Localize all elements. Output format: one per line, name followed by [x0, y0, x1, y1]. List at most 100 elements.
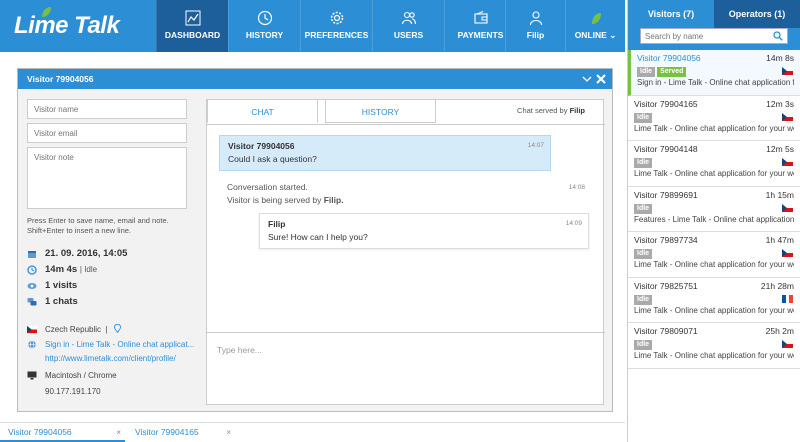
chat-bubbles-icon: [27, 298, 37, 306]
user-name: Filip: [526, 30, 545, 40]
french-flag-icon: [782, 294, 793, 303]
visitor-time: 14m 8s: [766, 53, 794, 63]
czech-flag-icon: [782, 203, 793, 212]
visitor-modal: Visitor 79904056 Press Enter to save nam…: [17, 68, 613, 412]
message-time: 14:09: [565, 220, 582, 227]
visitor-page: Lime Talk - Online chat application for …: [634, 351, 794, 360]
visitor-message: Visitor 79904056 Could I ask a question?…: [219, 135, 551, 171]
czech-flag-icon: [782, 158, 793, 166]
logo-text: Lime Talk: [14, 12, 120, 39]
search-box: [640, 28, 788, 44]
chats-count: 1 chats: [45, 296, 78, 307]
visitor-page: Lime Talk - Online chat application for …: [634, 123, 794, 133]
visitor-list-item[interactable]: Visitor 79899691 1h 15m Idle Features - …: [628, 187, 800, 232]
tab-operators[interactable]: Operators (1): [714, 0, 800, 28]
calendar-icon: [28, 251, 36, 258]
visitor-list-item[interactable]: Visitor 79897734 1h 47m Idle Lime Talk -…: [628, 232, 800, 278]
system-text-2: Visitor is being served by: [227, 195, 322, 205]
nav-users-label: USERS: [393, 30, 424, 40]
visitor-list-item[interactable]: Visitor 79825751 21h 28m Idle Lime Talk …: [628, 278, 800, 323]
tab-history[interactable]: HISTORY: [325, 99, 436, 123]
visitor-list-item[interactable]: Visitor 79809071 25h 2m Idle Lime Talk -…: [628, 323, 800, 369]
visitor-list-item[interactable]: Visitor 79904165 12m 3s Idle Lime Talk -…: [628, 96, 800, 141]
page-link-row[interactable]: Sign in - Lime Talk - Online chat applic…: [27, 339, 205, 350]
visitor-page: Sign in - Lime Talk - Online chat applic…: [637, 78, 794, 87]
status-badge: Idle: [634, 203, 653, 214]
nav-users[interactable]: USERS: [372, 0, 444, 52]
status-badge: Idle: [634, 249, 653, 259]
user-icon: [529, 11, 542, 26]
nav-history[interactable]: HISTORY: [228, 0, 300, 52]
search-icon[interactable]: [773, 31, 783, 41]
user-menu[interactable]: Filip: [505, 0, 565, 52]
map-pin-icon[interactable]: [114, 323, 122, 334]
modal-header: Visitor 79904056: [18, 69, 612, 89]
czech-flag-icon: [782, 340, 793, 348]
status-label: ONLINE: [574, 30, 607, 40]
visits-count: 1 visits: [45, 280, 78, 291]
tab-chat[interactable]: CHAT: [207, 99, 318, 123]
visitor-time: 12m 5s: [766, 144, 794, 154]
visits-row: 1 visits: [27, 278, 205, 294]
chart-icon: [185, 10, 200, 26]
czech-flag-icon: [782, 112, 793, 121]
ip-row: 90.177.191.170: [27, 386, 205, 397]
gear-icon: [330, 11, 343, 25]
current-url-link[interactable]: http://www.limetalk.com/client/profile/: [45, 354, 176, 363]
visitor-list-item[interactable]: Visitor 79904056 14m 8s Idle Served Sign …: [628, 50, 800, 96]
search-input[interactable]: [641, 29, 761, 43]
logo[interactable]: Lime Talk: [14, 7, 154, 44]
modal-title: Visitor 79904056: [27, 74, 94, 84]
message-list: Visitor 79904056 Could I ask a question?…: [207, 124, 605, 330]
lime-leaf-icon: [591, 13, 601, 24]
country-row: Czech Republic |: [27, 323, 205, 335]
url-row[interactable]: http://www.limetalk.com/client/profile/: [27, 353, 205, 364]
served-by-text: Chat served by Filip: [517, 99, 585, 123]
nav-dashboard[interactable]: DASHBOARD: [156, 0, 228, 52]
czech-flag-icon: [27, 325, 37, 334]
visit-status: Idle: [84, 265, 98, 274]
message-text: Sure! How can I help you?: [268, 232, 368, 242]
visitor-name-field[interactable]: [27, 99, 187, 119]
visit-duration: 14m 4s: [45, 264, 78, 275]
status-badge: Idle: [634, 294, 653, 305]
status-dropdown[interactable]: ONLINE ⌄: [565, 0, 625, 52]
bottom-tab-visitor-79904165[interactable]: Visitor 79904165 ×: [127, 423, 235, 442]
chevron-down-icon[interactable]: [582, 74, 592, 84]
nav-preferences[interactable]: PREFERENCES: [300, 0, 372, 52]
bottom-tab-visitor-79904056[interactable]: Visitor 79904056 ×: [0, 423, 125, 442]
message-author: Visitor 79904056: [228, 141, 295, 151]
app-window: Lime Talk DASHBOARD HISTORY PREFERENCES …: [0, 0, 800, 442]
visitor-page: Lime Talk - Online chat application for …: [634, 305, 794, 315]
search-wrap: [628, 28, 800, 50]
czech-flag-icon: [782, 249, 793, 257]
visitor-list-item[interactable]: Visitor 79904148 12m 5s Idle Lime Talk -…: [628, 141, 800, 187]
top-navigation-bar: Lime Talk DASHBOARD HISTORY PREFERENCES …: [0, 0, 625, 52]
eye-icon: [27, 283, 37, 289]
current-page-link[interactable]: Sign in - Lime Talk - Online chat applic…: [45, 340, 194, 349]
ip-address: 90.177.191.170: [45, 387, 101, 396]
visitor-email-field[interactable]: [27, 123, 187, 143]
lime-leaf-icon: [42, 7, 51, 17]
chat-panel: CHAT HISTORY Chat served by Filip Visito…: [206, 99, 605, 405]
chat-tabs: CHAT HISTORY Chat served by Filip: [207, 99, 605, 123]
status-badge: Idle: [637, 67, 656, 77]
chats-row: 1 chats: [27, 294, 205, 310]
status-badge: Idle: [634, 112, 653, 123]
close-icon[interactable]: ×: [116, 423, 121, 442]
nav-dashboard-label: DASHBOARD: [164, 30, 221, 40]
message-input[interactable]: Type here...: [207, 332, 605, 404]
visitors-sidebar: Visitors (7) Operators (1) Visitor 79904…: [627, 0, 800, 442]
message-text: Could I ask a question?: [228, 154, 317, 164]
hint-text: Press Enter to save name, email and note…: [27, 216, 169, 235]
users-icon: [401, 11, 416, 25]
message-time: 14:08: [568, 184, 585, 191]
close-icon[interactable]: [595, 73, 607, 85]
message-author: Filip: [268, 219, 286, 229]
visitor-note-field[interactable]: [27, 147, 187, 209]
tab-visitors[interactable]: Visitors (7): [628, 0, 714, 28]
clock-icon: [257, 10, 272, 26]
close-icon[interactable]: ×: [226, 423, 231, 442]
visitor-page: Features - Lime Talk - Online chat appli…: [634, 214, 794, 224]
served-prefix: Chat served by: [517, 106, 568, 115]
